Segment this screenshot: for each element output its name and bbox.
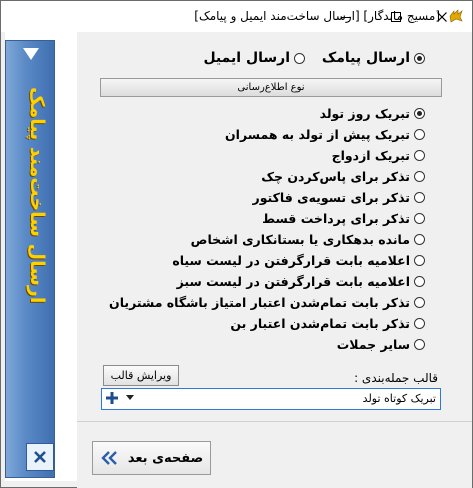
option-other-phrases[interactable]: سایر جملات (337, 334, 425, 354)
option-club-points[interactable]: تذکر بابت تمام‌شدن اعتبار امتیاز باشگاه … (109, 292, 425, 312)
chevron-down-icon (126, 395, 134, 400)
option-spouse-birthday[interactable]: تبریک پیش از تولد به همسران (225, 124, 425, 144)
option-label: تبریک پیش از تولد به همسران (225, 126, 410, 142)
radio-indicator (414, 212, 425, 224)
sidebar-title: ارسال ساخت‌مند پیامک (26, 86, 48, 303)
sidebar-panel: ارسال ساخت‌مند پیامک (5, 32, 77, 481)
option-installment-reminder[interactable]: تذکر برای پرداخت قسط (262, 208, 425, 228)
send-sms-label: ارسال پیامک (321, 50, 410, 66)
radio-indicator (414, 149, 425, 161)
option-balance[interactable]: مانده بدهکاری یا بستانکاری اشخاص (191, 229, 425, 249)
app-logo-icon (448, 8, 464, 24)
option-label: تذکر بابت تمام‌شدن اعتبار بن (230, 315, 410, 331)
send-email-label: ارسال ایمیل (203, 50, 290, 66)
send-email-radio[interactable]: ارسال ایمیل (203, 50, 305, 66)
option-label: تذکر برای پرداخت قسط (262, 210, 410, 226)
radio-indicator (414, 52, 425, 64)
close-icon (34, 451, 46, 463)
dialog-window: [مسیج ماندگار] [ارسال ساخت‌مند ایمیل و پ… (0, 0, 473, 488)
radio-indicator (414, 317, 425, 329)
radio-indicator (414, 275, 425, 287)
option-birthday[interactable]: تبریک روز تولد (320, 103, 425, 123)
sidebar-close-button[interactable] (26, 443, 54, 471)
radio-indicator (414, 296, 425, 308)
double-chevron-left-icon (101, 451, 117, 465)
radio-indicator (294, 52, 305, 64)
option-label: تذکر برای تسویه‌ی فاکتور (252, 189, 411, 205)
option-label: مانده بدهکاری یا بستانکاری اشخاص (190, 231, 410, 247)
radio-indicator (414, 107, 425, 119)
sidebar-banner: ارسال ساخت‌مند پیامک (5, 40, 55, 478)
option-label: تبریک روز تولد (319, 105, 410, 121)
next-page-button[interactable]: صفحه‌ی بعد (92, 441, 211, 475)
title-bar: [مسیج ماندگار] [ارسال ساخت‌مند ایمیل و پ… (1, 1, 472, 32)
option-label: اعلامیه بابت قرارگرفتن در لیست سبز (176, 273, 410, 289)
option-marriage[interactable]: تبریک ازدواج (332, 145, 425, 165)
send-sms-radio[interactable]: ارسال پیامک (322, 50, 425, 66)
notification-group-header: نوع اطلاع‌رسانی (100, 78, 442, 97)
chevron-down-icon (23, 48, 39, 60)
radio-indicator (414, 170, 425, 182)
option-label: تبریک ازدواج (331, 147, 410, 163)
window-title: [مسیج ماندگار] [ارسال ساخت‌مند ایمیل و پ… (194, 9, 440, 23)
option-cheque-reminder[interactable]: تذکر برای پاس‌کردن چک (261, 166, 425, 186)
template-dropdown-button[interactable] (122, 391, 138, 405)
template-select[interactable]: تبریک کوتاه تولد (101, 388, 441, 410)
option-invoice-reminder[interactable]: تذکر برای تسویه‌ی فاکتور (252, 187, 425, 207)
option-voucher-credit[interactable]: تذکر بابت تمام‌شدن اعتبار بن (230, 313, 425, 333)
edit-template-button[interactable]: ویرایش قالب (103, 365, 179, 386)
option-label: تذکر بابت تمام‌شدن اعتبار امتیاز باشگاه … (109, 294, 410, 310)
next-page-label: صفحه‌ی بعد (127, 450, 204, 466)
option-label: سایر جملات (336, 336, 410, 352)
radio-indicator (414, 233, 425, 245)
template-label: قالب جمله‌بندی : (354, 371, 438, 385)
radio-indicator (414, 191, 425, 203)
footer-bar: صفحه‌ی بعد (77, 421, 472, 488)
option-blacklist[interactable]: اعلامیه بابت قرارگرفتن در لیست سیاه (172, 250, 425, 270)
template-value: تبریک کوتاه تولد (362, 392, 436, 405)
radio-indicator (414, 254, 425, 266)
plus-icon (106, 392, 118, 404)
radio-indicator (414, 128, 425, 140)
radio-indicator (414, 338, 425, 350)
option-greenlist[interactable]: اعلامیه بابت قرارگرفتن در لیست سبز (177, 271, 425, 291)
add-template-button[interactable] (105, 391, 119, 405)
option-label: اعلامیه بابت قرارگرفتن در لیست سیاه (172, 252, 410, 268)
option-label: تذکر برای پاس‌کردن چک (261, 168, 410, 184)
